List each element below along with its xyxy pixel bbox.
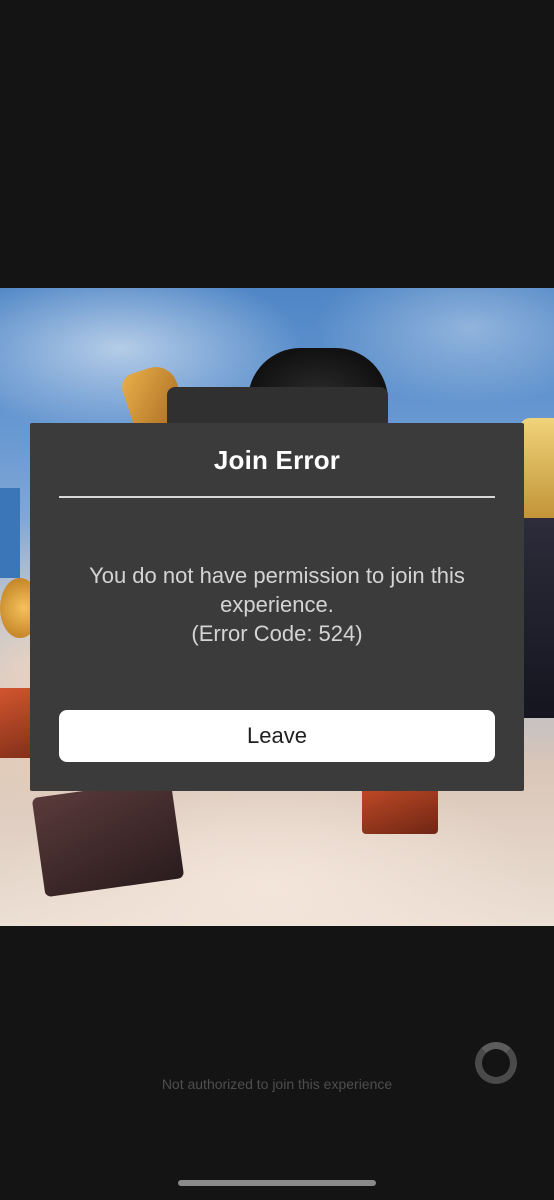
message-line: experience. [220, 592, 334, 617]
art-shape [31, 778, 185, 898]
dialog-message: You do not have permission to join this … [50, 561, 504, 648]
leave-button[interactable]: Leave [59, 710, 495, 762]
dialog-divider [59, 496, 495, 498]
bottom-letterbox [0, 926, 554, 1200]
loading-spinner-icon [475, 1042, 517, 1084]
art-shape [362, 786, 438, 834]
dialog-title: Join Error [213, 445, 341, 475]
message-line: You do not have permission to join this [89, 563, 465, 588]
join-error-dialog: Join Error You do not have permission to… [30, 423, 524, 791]
status-text: Not authorized to join this experience [161, 1076, 393, 1092]
game-join-screen: Join Error You do not have permission to… [0, 0, 554, 1200]
error-code: (Error Code: 524) [191, 621, 363, 646]
art-shape [0, 488, 20, 578]
top-letterbox [0, 0, 554, 288]
home-indicator[interactable] [178, 1180, 376, 1186]
